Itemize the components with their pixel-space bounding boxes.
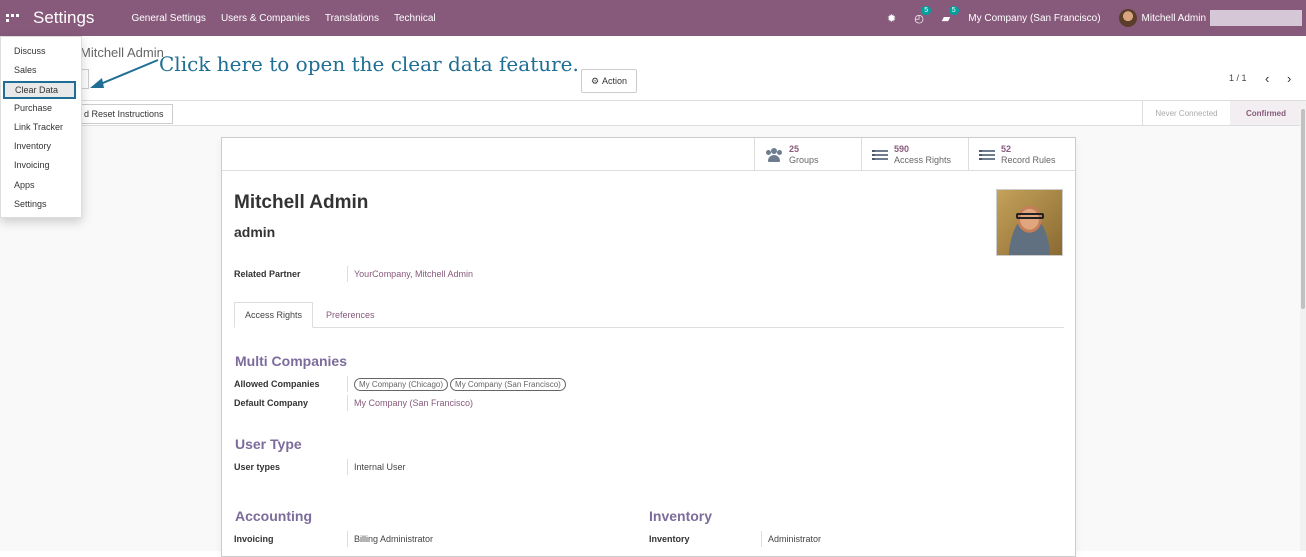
menu-users-companies[interactable]: Users & Companies xyxy=(221,13,310,24)
default-company-link[interactable]: My Company (San Francisco) xyxy=(347,395,473,411)
groups-label: Groups xyxy=(789,154,819,165)
inventory-label: Inventory xyxy=(649,534,690,544)
accounting-heading: Accounting xyxy=(235,508,312,524)
default-company-label: Default Company xyxy=(234,398,309,408)
menu-item-purchase[interactable]: Purchase xyxy=(1,99,81,118)
user-menu[interactable]: Mitchell Admin xyxy=(1142,13,1206,24)
user-type-heading: User Type xyxy=(235,436,302,452)
send-password-reset-button[interactable]: d Reset Instructions xyxy=(72,104,173,124)
vertical-scrollbar[interactable] xyxy=(1300,101,1306,551)
menu-technical[interactable]: Technical xyxy=(394,13,436,24)
record-rules-count: 52 xyxy=(1001,143,1012,154)
tab-access-rights[interactable]: Access Rights xyxy=(234,302,314,328)
menu-translations[interactable]: Translations xyxy=(325,13,379,24)
menu-item-inventory[interactable]: Inventory xyxy=(1,137,81,156)
debug-bug-icon[interactable]: ✹ xyxy=(887,12,896,25)
inventory-heading: Inventory xyxy=(649,508,713,524)
company-tag[interactable]: My Company (Chicago) xyxy=(354,378,449,391)
action-button[interactable]: ⚙ Action xyxy=(581,69,637,93)
allowed-companies-field[interactable]: My Company (Chicago) My Company (San Fran… xyxy=(347,376,568,392)
menu-general-settings[interactable]: General Settings xyxy=(131,13,206,24)
pager-next-icon[interactable]: › xyxy=(1287,71,1291,86)
top-navbar: Settings General Settings Users & Compan… xyxy=(0,0,1306,36)
redacted-area xyxy=(1210,10,1302,26)
pager-previous-icon[interactable]: ‹ xyxy=(1265,71,1269,86)
pager-value[interactable]: 1 / 1 xyxy=(1229,73,1247,83)
access-rights-label: Access Rights xyxy=(894,154,952,165)
access-rights-smart-button[interactable]: 590 Access Rights xyxy=(861,138,968,171)
inventory-value[interactable]: Administrator xyxy=(761,531,821,547)
smart-button-box: 25 Groups 590 Access Rights 52 Record Ru… xyxy=(754,138,1075,171)
user-types-label: User types xyxy=(234,462,281,472)
action-label: Action xyxy=(602,76,628,86)
menu-item-apps[interactable]: Apps xyxy=(1,176,81,195)
related-partner-link[interactable]: YourCompany, Mitchell Admin xyxy=(347,266,473,282)
menu-item-discuss[interactable]: Discuss xyxy=(1,42,81,61)
menu-item-link-tracker[interactable]: Link Tracker xyxy=(1,118,81,137)
tab-preferences[interactable]: Preferences xyxy=(316,302,385,328)
form-tabs: Access Rights Preferences xyxy=(234,302,1064,328)
company-switcher[interactable]: My Company (San Francisco) xyxy=(968,13,1100,24)
activity-badge: 5 xyxy=(921,5,932,15)
status-bar: d Reset Instructions Never Connected Con… xyxy=(0,101,1306,126)
groups-smart-button[interactable]: 25 Groups xyxy=(754,138,861,171)
activity-clock-icon[interactable]: ◴ 5 xyxy=(914,5,932,25)
callout-text: Click here to open the clear data featur… xyxy=(159,52,579,76)
apps-dropdown: Discuss Sales Clear Data Purchase Link T… xyxy=(0,36,82,218)
allowed-companies-label: Allowed Companies xyxy=(234,379,320,389)
menu-item-settings[interactable]: Settings xyxy=(1,195,81,214)
messages-chat-icon[interactable]: ▰ 5 xyxy=(942,5,959,25)
user-login[interactable]: admin xyxy=(234,224,275,240)
menu-item-invoicing[interactable]: Invoicing xyxy=(1,156,81,175)
user-avatar[interactable] xyxy=(1118,9,1137,27)
gear-icon: ⚙ xyxy=(590,75,600,86)
users-icon xyxy=(765,147,783,162)
invoicing-label: Invoicing xyxy=(234,534,274,544)
multi-companies-heading: Multi Companies xyxy=(235,353,348,369)
list-icon xyxy=(872,149,888,160)
menu-item-clear-data[interactable]: Clear Data xyxy=(3,80,76,99)
related-partner-label: Related Partner xyxy=(234,269,301,279)
callout-arrow-icon xyxy=(90,59,159,88)
stage-never-connected: Never Connected xyxy=(1142,101,1230,125)
user-photo[interactable] xyxy=(996,189,1063,256)
groups-count: 25 xyxy=(789,143,800,154)
messages-badge: 5 xyxy=(948,5,959,15)
app-title: Settings xyxy=(33,8,95,27)
user-name-title[interactable]: Mitchell Admin xyxy=(234,192,368,214)
list-icon xyxy=(979,149,995,160)
access-rights-count: 590 xyxy=(894,143,910,154)
menu-item-sales[interactable]: Sales xyxy=(1,61,81,80)
record-rules-smart-button[interactable]: 52 Record Rules xyxy=(968,138,1075,171)
user-types-value[interactable]: Internal User xyxy=(347,459,406,475)
apps-menu-icon[interactable] xyxy=(4,14,22,22)
invoicing-value[interactable]: Billing Administrator xyxy=(347,531,433,547)
record-rules-label: Record Rules xyxy=(1001,154,1056,165)
form-sheet: 25 Groups 590 Access Rights 52 Record Ru… xyxy=(221,137,1076,557)
company-tag[interactable]: My Company (San Francisco) xyxy=(450,378,566,391)
stage-confirmed: Confirmed xyxy=(1230,101,1302,125)
